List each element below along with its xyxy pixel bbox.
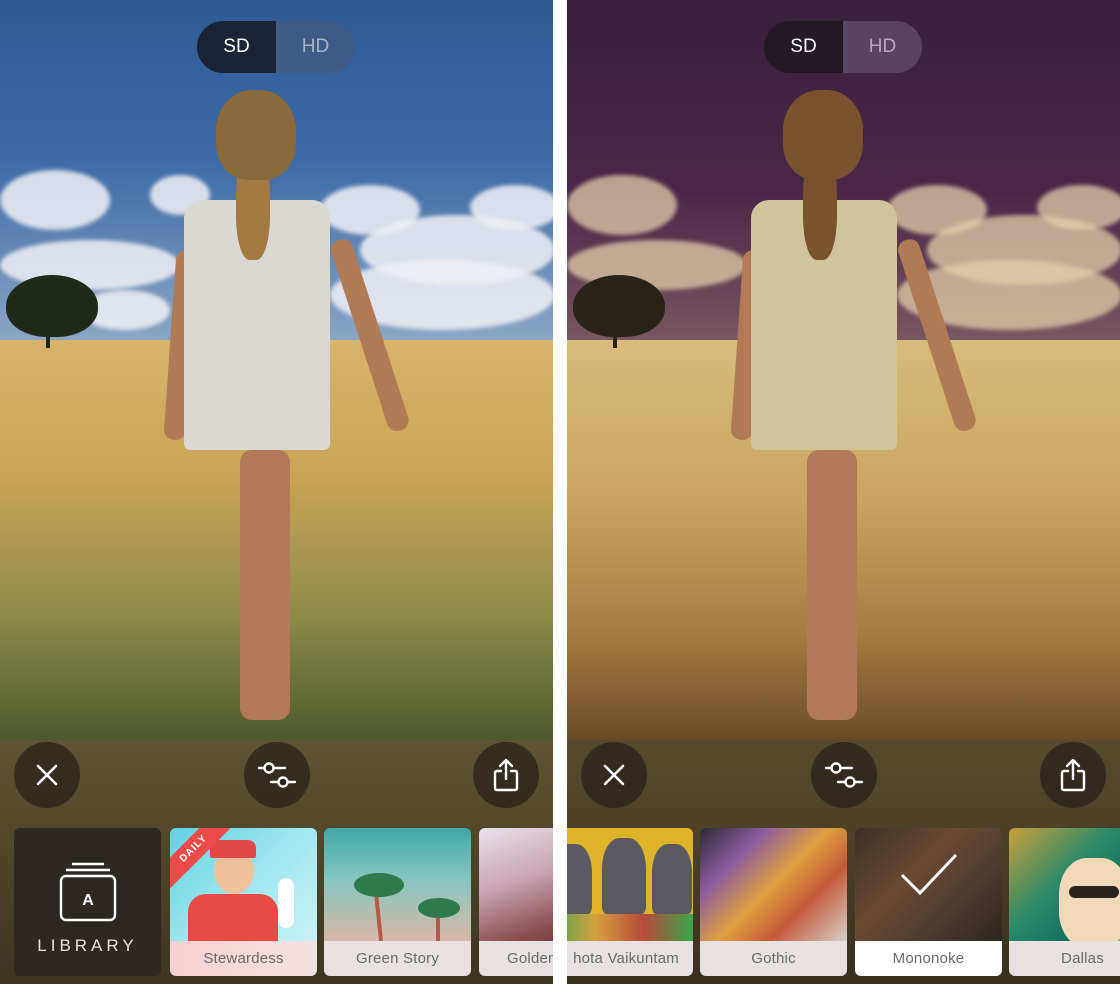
svg-text:A: A (82, 892, 94, 909)
library-label: LIBRARY (37, 936, 138, 955)
style-thumbnail (479, 828, 553, 941)
hd-option[interactable]: HD (843, 21, 922, 73)
sliders-icon (257, 762, 297, 788)
adjust-button[interactable] (811, 742, 877, 808)
style-label: Gothic (700, 941, 847, 976)
style-label: Dallas (1009, 941, 1120, 976)
style-tile-chhota-vaikuntam[interactable]: hota Vaikuntam (567, 828, 693, 976)
close-button[interactable] (581, 742, 647, 808)
share-icon (493, 758, 519, 792)
quality-toggle[interactable]: SD HD (197, 21, 355, 73)
sd-option[interactable]: SD (197, 21, 276, 73)
photo-preview (0, 0, 553, 740)
style-tile-green-story[interactable]: Green Story (324, 828, 471, 976)
style-thumbnail (1009, 828, 1120, 948)
style-label: hota Vaikuntam (567, 941, 693, 976)
checkmark-icon (900, 853, 958, 896)
sd-option[interactable]: SD (764, 21, 843, 73)
cloud (1037, 185, 1120, 230)
style-label: Stewardess (170, 941, 317, 976)
library-button[interactable]: A LIBRARY (14, 828, 161, 976)
style-tile-golden[interactable]: Golden (479, 828, 553, 976)
close-icon (36, 764, 58, 786)
tree (573, 275, 665, 337)
girl-figure (163, 90, 412, 730)
cloud (567, 175, 677, 235)
share-button[interactable] (473, 742, 539, 808)
bottom-toolbar: A LIBRARY DAILY Stewardess Green Story G… (0, 740, 553, 984)
screen-stylized: SD HD hota Vaikuntam Gothic Mononoke Dal… (567, 0, 1120, 984)
style-tile-stewardess[interactable]: DAILY Stewardess (170, 828, 317, 976)
tree (6, 275, 98, 337)
style-thumbnail (324, 828, 471, 948)
bottom-toolbar: hota Vaikuntam Gothic Mononoke Dallas (567, 740, 1120, 984)
quality-toggle[interactable]: SD HD (764, 21, 922, 73)
girl-figure (730, 90, 979, 730)
sliders-icon (824, 762, 864, 788)
hd-option[interactable]: HD (276, 21, 355, 73)
style-thumbnail (700, 828, 847, 941)
share-icon (1060, 758, 1086, 792)
style-thumbnail (567, 828, 693, 941)
close-icon (603, 764, 625, 786)
style-label: Golden (479, 941, 553, 976)
style-carousel[interactable]: A LIBRARY DAILY Stewardess Green Story G… (0, 828, 553, 976)
screen-original: SD HD A LIBRARY DAILY Stewardess Green S… (0, 0, 553, 984)
style-tile-dallas[interactable]: Dallas (1009, 828, 1120, 976)
library-icon: A (59, 862, 117, 922)
style-label: Green Story (324, 941, 471, 976)
style-tile-gothic[interactable]: Gothic (700, 828, 847, 976)
style-label: Mononoke (855, 941, 1002, 976)
photo-preview (567, 0, 1120, 740)
style-tile-mononoke[interactable]: Mononoke (855, 828, 1002, 976)
tree-trunk (613, 330, 617, 348)
cloud (470, 185, 553, 230)
style-thumbnail (855, 828, 1002, 941)
adjust-button[interactable] (244, 742, 310, 808)
share-button[interactable] (1040, 742, 1106, 808)
style-carousel[interactable]: hota Vaikuntam Gothic Mononoke Dallas (567, 828, 1120, 976)
cloud (0, 170, 110, 230)
tree-trunk (46, 330, 50, 348)
close-button[interactable] (14, 742, 80, 808)
